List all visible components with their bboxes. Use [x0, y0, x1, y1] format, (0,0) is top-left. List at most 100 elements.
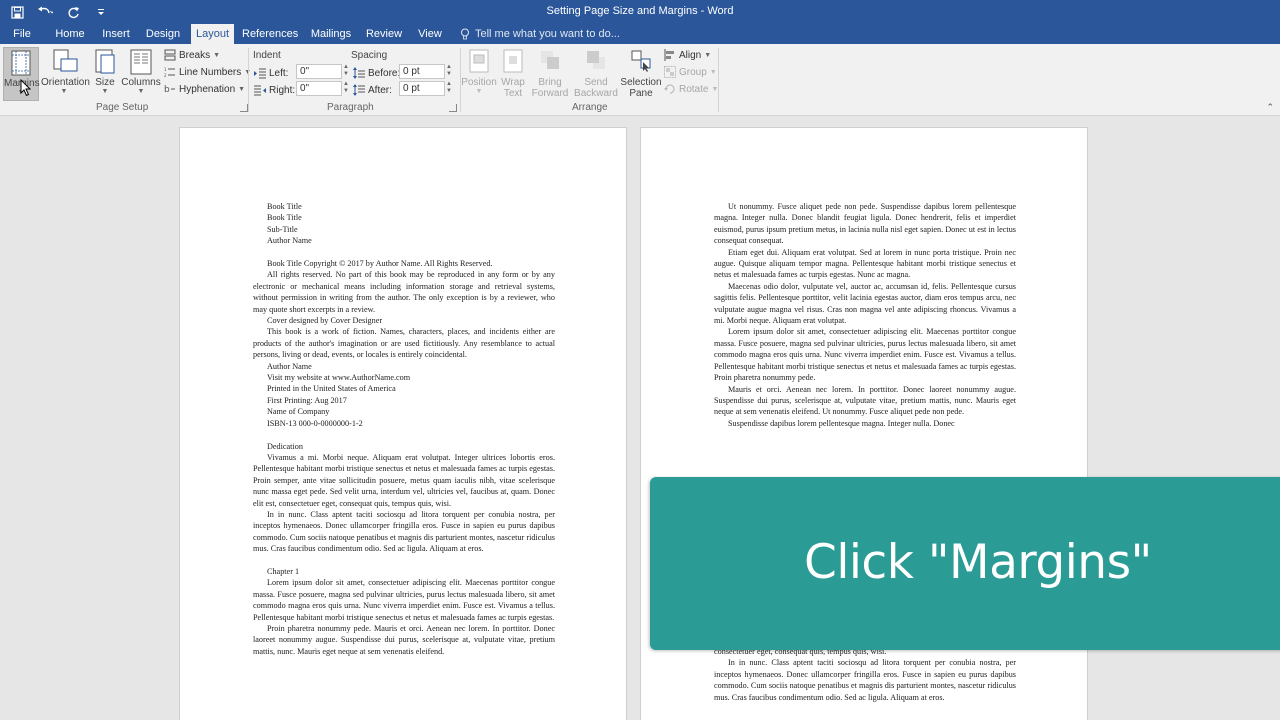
- tab-view[interactable]: View: [412, 24, 448, 44]
- orientation-icon: [52, 49, 78, 75]
- chevron-down-icon: ▼: [101, 88, 109, 95]
- indent-right-icon: [254, 84, 266, 96]
- columns-icon: [129, 49, 153, 75]
- page-2-lower-text: consectetuer eget, consequat quis, tempu…: [714, 646, 1016, 703]
- document-page-1[interactable]: Book Title Book Title Sub-Title Author N…: [179, 127, 627, 720]
- fiction-paragraph: This book is a work of fiction. Names, c…: [253, 327, 555, 360]
- hyphenation-button[interactable]: b Hyphenation ▼: [164, 81, 245, 97]
- company-line: Name of Company: [267, 407, 330, 417]
- chevron-down-icon: ▼: [704, 51, 712, 59]
- selection-pane-button[interactable]: Selection Pane: [620, 47, 662, 101]
- breaks-icon: [164, 49, 176, 61]
- size-icon: [93, 49, 117, 75]
- mouse-pointer-icon: [20, 78, 32, 97]
- hyphenation-label: Hyphenation: [179, 83, 236, 95]
- dedication-heading: Dedication: [267, 441, 303, 451]
- wrap-text-button[interactable]: Wrap Text: [498, 47, 528, 101]
- first-printing-line: First Printing: Aug 2017: [267, 395, 347, 405]
- spacing-after-label-row: After:: [353, 82, 392, 98]
- tell-me-box[interactable]: Tell me what you want to do...: [460, 24, 620, 44]
- tab-review[interactable]: Review: [364, 24, 404, 44]
- tab-home[interactable]: Home: [48, 24, 92, 44]
- page-setup-launcher-icon[interactable]: [240, 104, 248, 112]
- arrange-group-label: Arrange: [572, 102, 608, 113]
- align-icon: [664, 49, 676, 61]
- rotate-button[interactable]: Rotate ▼: [664, 81, 718, 97]
- tab-file[interactable]: File: [0, 24, 44, 44]
- window-title: Setting Page Size and Margins - Word: [546, 5, 734, 17]
- bring-forward-label-1: Bring: [538, 77, 562, 88]
- indent-right-field[interactable]: 0": [296, 81, 342, 96]
- size-button[interactable]: Size ▼: [91, 47, 119, 101]
- orientation-button[interactable]: Orientation ▼: [41, 47, 90, 101]
- group-separator: [718, 48, 719, 112]
- rights-paragraph: All rights reserved. No part of this boo…: [253, 270, 555, 314]
- callout-text: Click "Margins": [804, 535, 1152, 590]
- group-button[interactable]: Group ▼: [664, 64, 717, 80]
- website-line: Visit my website at www.AuthorName.com: [267, 373, 411, 383]
- line-numbers-icon: 12: [164, 66, 176, 78]
- orientation-label: Orientation: [41, 77, 90, 88]
- columns-button[interactable]: Columns ▼: [121, 47, 161, 101]
- chevron-down-icon: ▼: [60, 88, 68, 95]
- tab-mailings[interactable]: Mailings: [306, 24, 356, 44]
- position-button[interactable]: Position ▼: [460, 47, 498, 101]
- indent-right-label: Right:: [269, 84, 296, 96]
- lightbulb-icon: [461, 28, 469, 40]
- send-backward-button[interactable]: Send Backward: [572, 47, 620, 101]
- margins-icon: [9, 50, 33, 76]
- cover-designer-line: Cover designed by Cover Designer: [267, 316, 383, 326]
- chevron-down-icon: ▼: [238, 85, 246, 93]
- spacing-before-label-row: Before:: [353, 65, 400, 81]
- wrap-text-label-1: Wrap: [501, 77, 525, 88]
- spacing-before-field[interactable]: 0 pt: [399, 64, 445, 79]
- bring-forward-button[interactable]: Bring Forward: [530, 47, 570, 101]
- hyphenation-icon: b: [164, 83, 176, 95]
- page-2-text: Ut nonummy. Fusce aliquet pede non pede.…: [714, 201, 1016, 429]
- page-setup-group-label: Page Setup: [96, 102, 149, 113]
- selection-pane-label-2: Pane: [629, 88, 653, 99]
- body-paragraph: In in nunc. Class aptent taciti sociosqu…: [714, 658, 1016, 702]
- tab-design[interactable]: Design: [142, 24, 184, 44]
- indent-left-field[interactable]: 0": [296, 64, 342, 79]
- paragraph-launcher-icon[interactable]: [449, 104, 457, 112]
- tab-references[interactable]: References: [242, 24, 298, 44]
- align-button[interactable]: Align ▼: [664, 47, 711, 63]
- spacing-before-spinner-icon[interactable]: ▲ ▼: [445, 64, 453, 79]
- book-title-line: Book Title: [267, 213, 302, 223]
- wrap-text-label-2: Text: [503, 88, 523, 99]
- tab-insert[interactable]: Insert: [96, 24, 136, 44]
- body-paragraph: Proin pharetra nonummy pede. Mauris et o…: [253, 623, 555, 656]
- isbn-line: ISBN-13 000-0-0000000-1-2: [267, 418, 363, 428]
- book-title-line: Book Title: [267, 202, 302, 211]
- body-paragraph: Suspendisse dapibus lorem pellentesque m…: [728, 418, 955, 428]
- chevron-down-icon: ▼: [213, 51, 221, 59]
- ribbon: Margins ▼ Orientation ▼ Size ▼ Columns ▼…: [0, 44, 1280, 116]
- chevron-down-icon: ▼: [709, 68, 717, 76]
- title-bar: Setting Page Size and Margins - Word: [0, 0, 1280, 24]
- body-paragraph: Lorem ipsum dolor sit amet, consectetuer…: [714, 327, 1016, 383]
- position-icon: [467, 49, 491, 75]
- chapter-heading: Chapter 1: [267, 566, 300, 576]
- line-numbers-button[interactable]: 12 Line Numbers▼: [164, 64, 251, 80]
- author-line: Author Name: [267, 236, 312, 246]
- send-backward-label-2: Backward: [574, 88, 618, 99]
- body-paragraph: Ut nonummy. Fusce aliquet pede non pede.…: [714, 202, 1016, 246]
- breaks-button[interactable]: Breaks ▼: [164, 47, 220, 63]
- rotate-icon: [664, 83, 676, 95]
- indent-heading: Indent: [253, 50, 281, 61]
- indent-right-spinner-icon[interactable]: ▲ ▼: [342, 81, 350, 96]
- body-paragraph: Mauris et orci. Aenean nec lorem. In por…: [714, 384, 1016, 417]
- send-backward-icon: [584, 49, 608, 75]
- spacing-after-icon: [353, 84, 365, 96]
- ribbon-tabs: File Home Insert Design Layout Reference…: [0, 24, 1280, 44]
- svg-text:b: b: [164, 85, 170, 95]
- spacing-after-field[interactable]: 0 pt: [399, 81, 445, 96]
- indent-right-label-row: Right:: [254, 82, 295, 98]
- svg-text:2: 2: [164, 73, 167, 78]
- spacing-after-spinner-icon[interactable]: ▲ ▼: [445, 81, 453, 96]
- subtitle-line: Sub-Title: [267, 224, 298, 234]
- collapse-ribbon-icon[interactable]: ⌃: [1266, 102, 1274, 113]
- indent-left-spinner-icon[interactable]: ▲ ▼: [342, 64, 350, 79]
- tab-layout[interactable]: Layout: [191, 24, 234, 44]
